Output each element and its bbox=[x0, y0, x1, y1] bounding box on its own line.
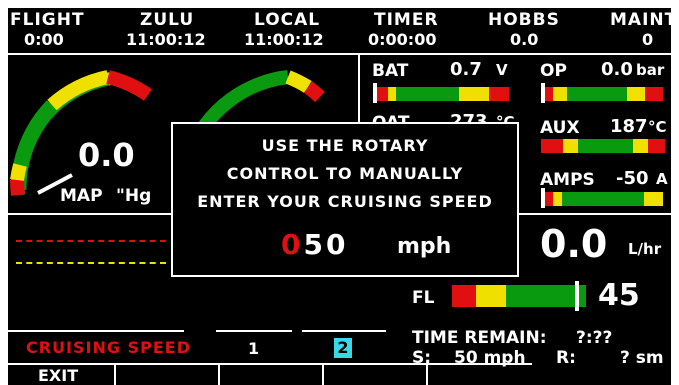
bat-unit: V bbox=[496, 61, 508, 79]
speed-entry[interactable]: 050 bbox=[281, 228, 348, 261]
time-remain-value: ?:?? bbox=[576, 328, 613, 348]
tab-divider-1 bbox=[8, 330, 184, 332]
timer-label: TIMER bbox=[374, 10, 439, 30]
map-unit: "Hg bbox=[116, 186, 152, 206]
aux-bar bbox=[541, 139, 665, 153]
bat-value: 0.7 bbox=[450, 59, 482, 80]
aux-label: AUX bbox=[540, 118, 580, 138]
range-value: ? sm bbox=[620, 348, 664, 368]
amps-bar bbox=[543, 192, 663, 206]
speed-digits: 50 bbox=[303, 228, 349, 261]
maint-value: 0 bbox=[642, 30, 654, 49]
map-arc-low-yellow bbox=[10, 163, 27, 182]
hobbs-value: 0.0 bbox=[510, 30, 539, 49]
map-value: 0.0 bbox=[78, 136, 135, 174]
op-pointer bbox=[541, 83, 545, 103]
bat-bar bbox=[375, 87, 509, 101]
dialog-line-3: ENTER YOUR CRUISING SPEED bbox=[197, 192, 493, 211]
flight-label: FLIGHT bbox=[10, 10, 85, 30]
fuel-level-value: 45 bbox=[598, 278, 640, 313]
amps-pointer bbox=[541, 188, 545, 208]
time-remain-label: TIME REMAIN: bbox=[412, 328, 547, 348]
local-value: 11:00:12 bbox=[244, 30, 324, 49]
dialog-line-1: USE THE ROTARY bbox=[261, 136, 429, 155]
aux-value: 187 bbox=[610, 116, 648, 137]
timer-value: 0:00:00 bbox=[368, 30, 437, 49]
map-label: MAP bbox=[60, 186, 103, 206]
maint-label: MAINT bbox=[610, 10, 671, 30]
rpm-arc-yellow bbox=[285, 70, 312, 94]
flight-value: 0:00 bbox=[24, 30, 64, 49]
zulu-label: ZULU bbox=[140, 10, 195, 30]
fuel-flow-unit: L/hr bbox=[628, 240, 662, 258]
yellow-dashed-line bbox=[16, 262, 166, 264]
tab-divider-3 bbox=[302, 330, 386, 332]
softkey-2[interactable] bbox=[114, 363, 220, 385]
rpm-arc-red bbox=[303, 81, 325, 103]
range-label: R: bbox=[556, 348, 576, 368]
cruising-speed-label: CRUISING SPEED bbox=[26, 338, 191, 357]
speed-unit: mph bbox=[397, 234, 452, 259]
amps-label: AMPS bbox=[540, 170, 595, 190]
fuel-level-pointer bbox=[574, 281, 579, 311]
bat-label: BAT bbox=[372, 61, 409, 81]
softkey-4[interactable] bbox=[322, 363, 428, 385]
efis-screen: FLIGHT 0:00 ZULU 11:00:12 LOCAL 11:00:12… bbox=[8, 8, 671, 385]
softkey-5[interactable] bbox=[426, 363, 532, 385]
page-tab-2[interactable]: 2 bbox=[334, 338, 352, 358]
map-arc-red bbox=[106, 70, 152, 101]
op-unit: bar bbox=[636, 61, 665, 79]
map-arc-yellow bbox=[47, 70, 110, 111]
fuel-level-bar bbox=[452, 285, 586, 307]
bat-pointer bbox=[373, 83, 377, 103]
map-arc-low-red bbox=[10, 179, 25, 196]
red-dashed-line bbox=[16, 240, 166, 242]
page-tab-1[interactable]: 1 bbox=[248, 339, 259, 358]
fuel-flow-value: 0.0 bbox=[540, 222, 608, 266]
op-label: OP bbox=[540, 61, 567, 81]
softkey-3[interactable] bbox=[218, 363, 324, 385]
fuel-level-label: FL bbox=[412, 288, 435, 308]
exit-label: EXIT bbox=[38, 366, 79, 385]
op-bar bbox=[543, 87, 663, 101]
speed-digit-active[interactable]: 0 bbox=[281, 228, 303, 261]
tab-divider-2 bbox=[216, 330, 292, 332]
local-label: LOCAL bbox=[254, 10, 321, 30]
exit-softkey[interactable]: EXIT bbox=[8, 363, 116, 385]
hobbs-label: HOBBS bbox=[488, 10, 560, 30]
aux-unit: °C bbox=[648, 118, 667, 136]
amps-unit: A bbox=[656, 170, 668, 188]
zulu-value: 11:00:12 bbox=[126, 30, 206, 49]
amps-value: -50 bbox=[616, 168, 649, 189]
cruising-speed-dialog: USE THE ROTARY CONTROL TO MANUALLY ENTER… bbox=[171, 122, 519, 277]
dialog-line-2: CONTROL TO MANUALLY bbox=[226, 164, 464, 183]
op-value: 0.0 bbox=[601, 59, 633, 80]
